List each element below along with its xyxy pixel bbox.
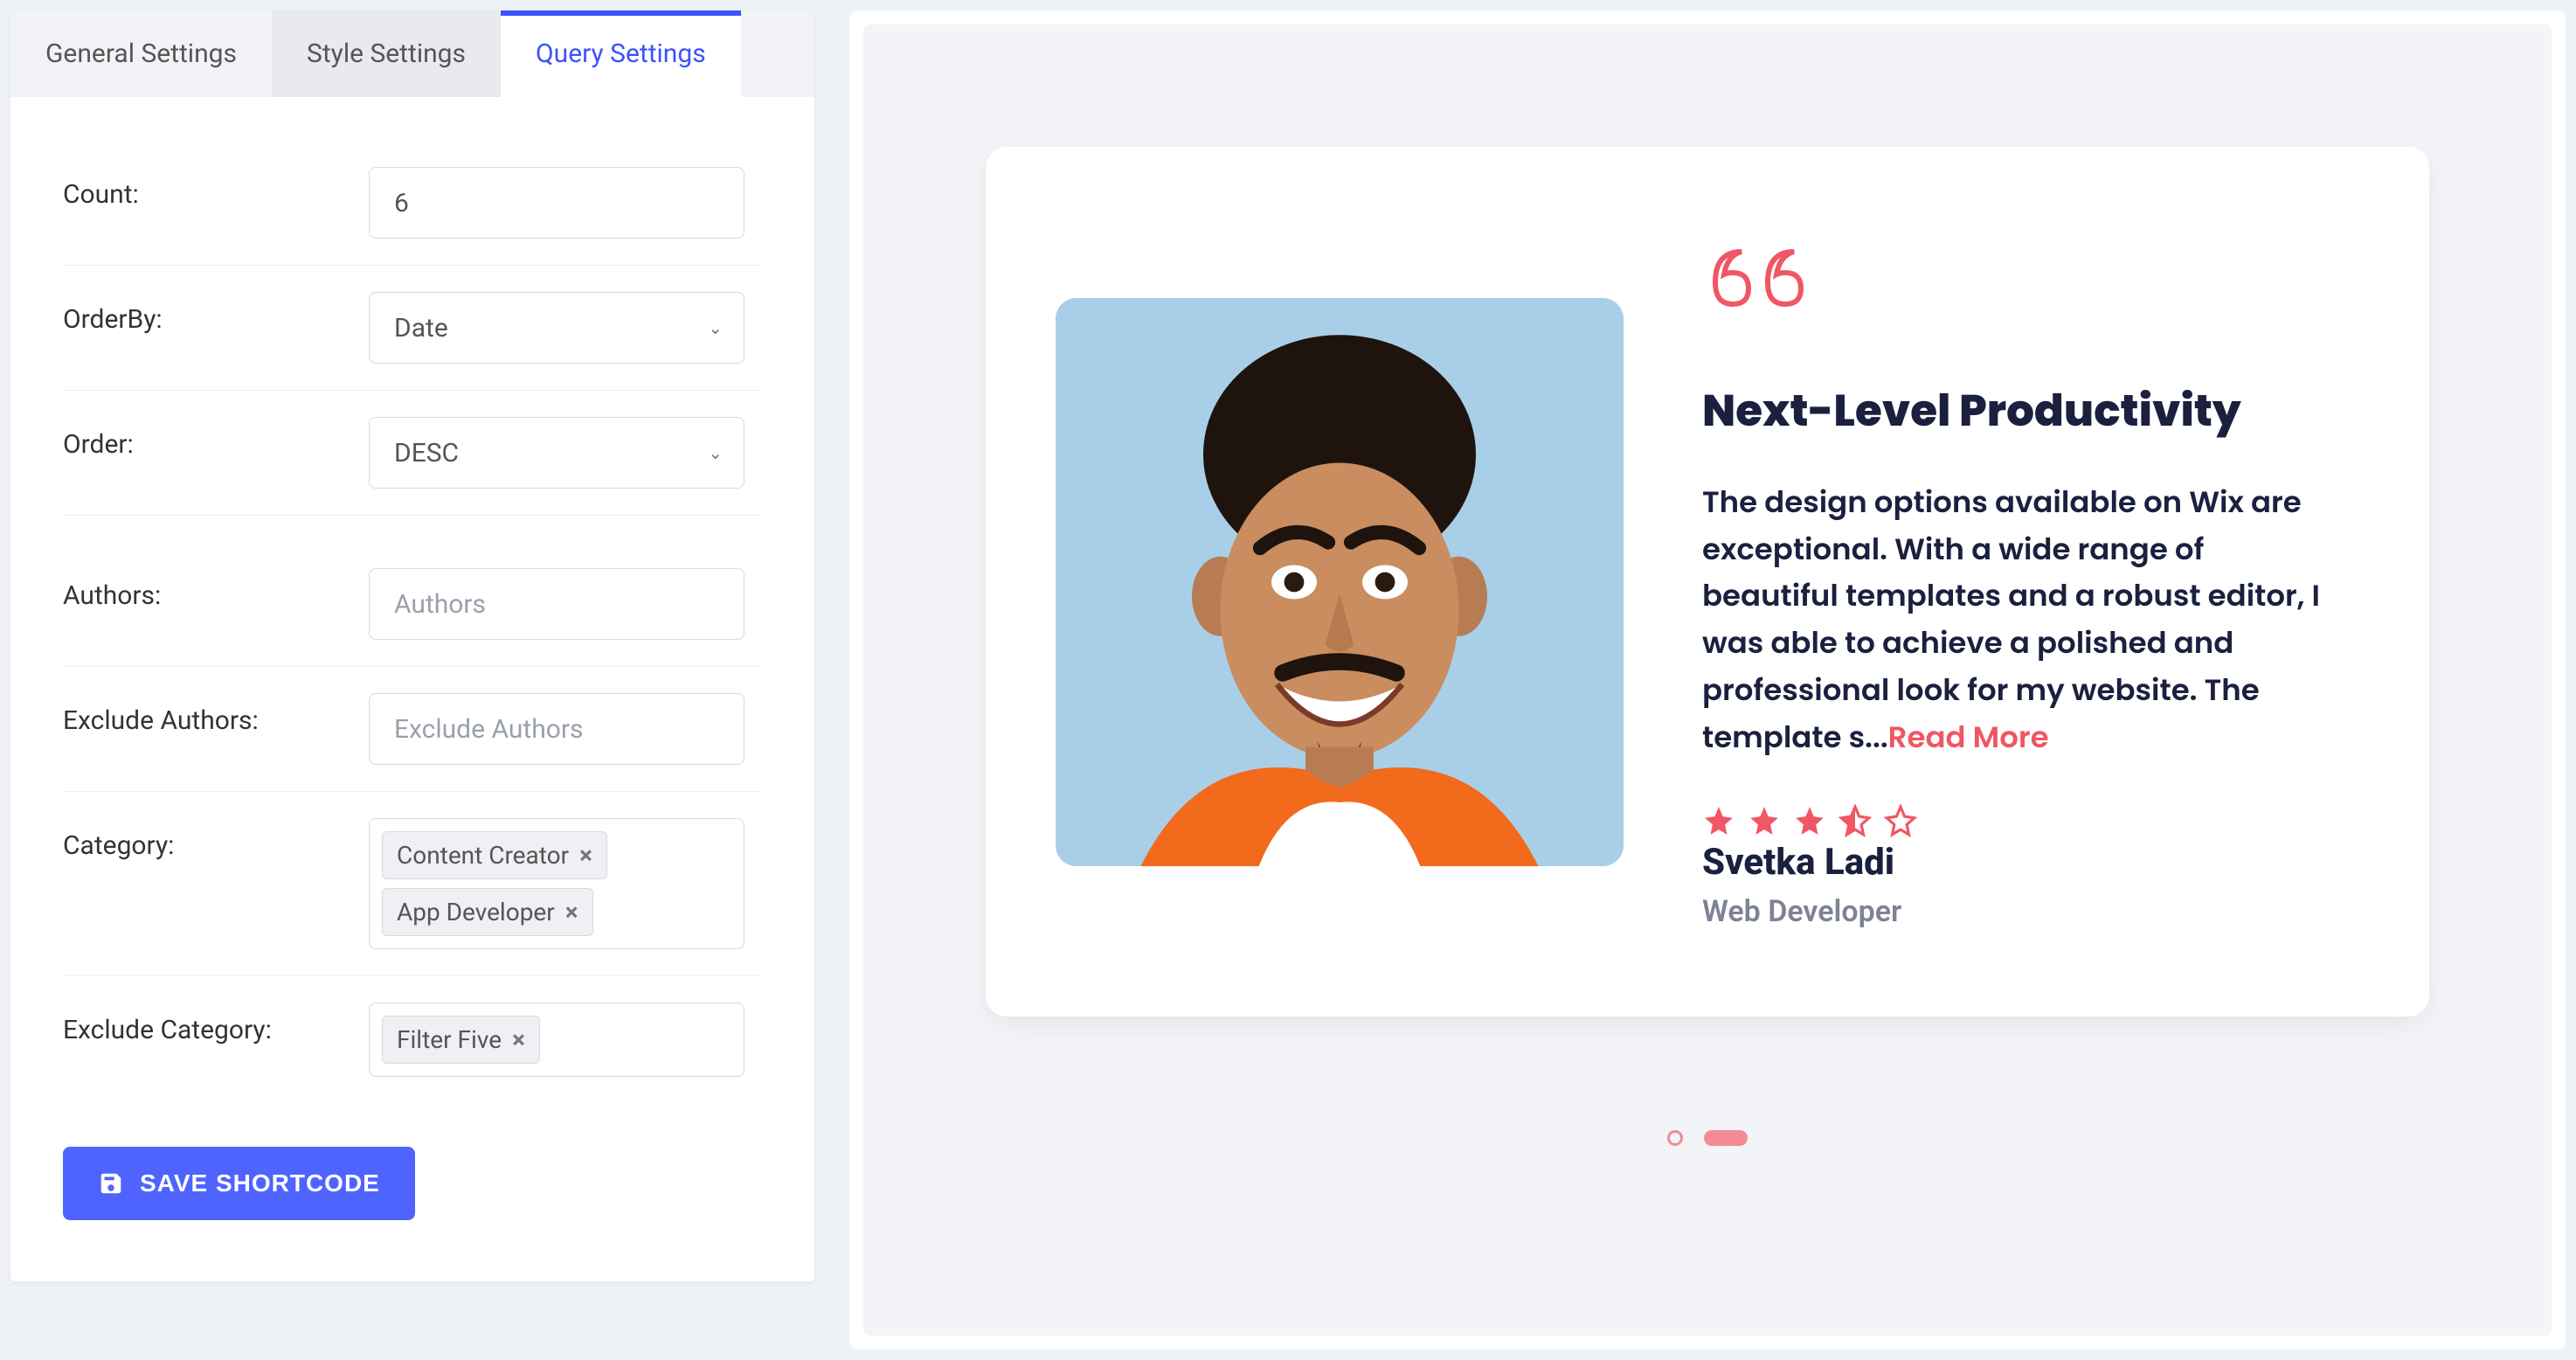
rating-stars [1702, 804, 2324, 837]
label-exclude-authors: Exclude Authors: [63, 693, 369, 736]
exclude-category-tag[interactable]: Filter Five × [382, 1016, 540, 1064]
order-select[interactable]: DESC ⌄ [369, 417, 744, 489]
avatar [1056, 298, 1624, 866]
label-category: Category: [63, 818, 369, 861]
preview-canvas: Next-Level Productivity The design optio… [863, 24, 2552, 1336]
preview-panel: Next-Level Productivity The design optio… [849, 10, 2566, 1350]
row-count: Count: 6 [63, 141, 762, 266]
settings-panel: General Settings Style Settings Query Se… [10, 10, 814, 1281]
exclude-category-input[interactable]: Filter Five × [369, 1003, 744, 1077]
testimonial-body: The design options available on Wix are … [1702, 479, 2324, 760]
row-authors: Authors: Authors [63, 516, 762, 667]
tab-style[interactable]: Style Settings [272, 10, 501, 97]
label-order: Order: [63, 417, 369, 460]
star-icon [1793, 804, 1826, 837]
tabs-bar: General Settings Style Settings Query Se… [10, 10, 814, 97]
exclude-authors-input[interactable]: Exclude Authors [369, 693, 744, 765]
star-half-icon [1839, 804, 1872, 837]
save-icon [98, 1170, 124, 1197]
tag-label: Content Creator [397, 841, 569, 870]
tab-general[interactable]: General Settings [10, 10, 272, 97]
read-more-link[interactable]: Read More [1888, 716, 2049, 758]
author-role: Web Developer [1702, 894, 2324, 929]
carousel-dot[interactable] [1667, 1130, 1683, 1146]
save-label: SAVE SHORTCODE [140, 1169, 380, 1197]
row-exclude-authors: Exclude Authors: Exclude Authors [63, 667, 762, 792]
carousel-dots [986, 1130, 2429, 1146]
quote-icon [1702, 234, 2324, 334]
query-settings-form: Count: 6 OrderBy: Date ⌄ Order: [10, 97, 814, 1281]
remove-tag-icon[interactable]: × [512, 1025, 525, 1054]
label-count: Count: [63, 167, 369, 210]
category-input[interactable]: Content Creator × App Developer × [369, 818, 744, 949]
row-exclude-category: Exclude Category: Filter Five × [63, 976, 762, 1103]
star-icon [1702, 804, 1735, 837]
chevron-down-icon: ⌄ [708, 442, 723, 463]
label-authors: Authors: [63, 568, 369, 611]
category-tag[interactable]: Content Creator × [382, 831, 607, 879]
label-exclude-category: Exclude Category: [63, 1003, 369, 1045]
tag-label: Filter Five [397, 1025, 502, 1054]
testimonial-card: Next-Level Productivity The design optio… [986, 147, 2429, 1017]
row-category: Category: Content Creator × App Develope… [63, 792, 762, 976]
authors-input[interactable]: Authors [369, 568, 744, 640]
carousel-dot-active[interactable] [1704, 1130, 1748, 1146]
orderby-value: Date [394, 313, 448, 343]
author-name: Svetka Ladi [1702, 841, 2324, 884]
testimonial-title: Next-Level Productivity [1702, 378, 2324, 444]
remove-tag-icon[interactable]: × [565, 898, 578, 926]
category-tag[interactable]: App Developer × [382, 888, 593, 936]
star-icon [1748, 804, 1781, 837]
chevron-down-icon: ⌄ [708, 317, 723, 338]
tag-label: App Developer [397, 898, 555, 926]
row-order: Order: DESC ⌄ [63, 391, 762, 516]
orderby-select[interactable]: Date ⌄ [369, 292, 744, 364]
count-input[interactable]: 6 [369, 167, 744, 239]
order-value: DESC [394, 438, 459, 468]
row-orderby: OrderBy: Date ⌄ [63, 266, 762, 391]
save-shortcode-button[interactable]: SAVE SHORTCODE [63, 1147, 415, 1220]
tab-query[interactable]: Query Settings [501, 10, 741, 97]
testimonial-content: Next-Level Productivity The design optio… [1702, 234, 2324, 929]
app-root: General Settings Style Settings Query Se… [10, 10, 2566, 1350]
remove-tag-icon[interactable]: × [579, 841, 592, 870]
label-orderby: OrderBy: [63, 292, 369, 335]
star-outline-icon [1884, 804, 1917, 837]
